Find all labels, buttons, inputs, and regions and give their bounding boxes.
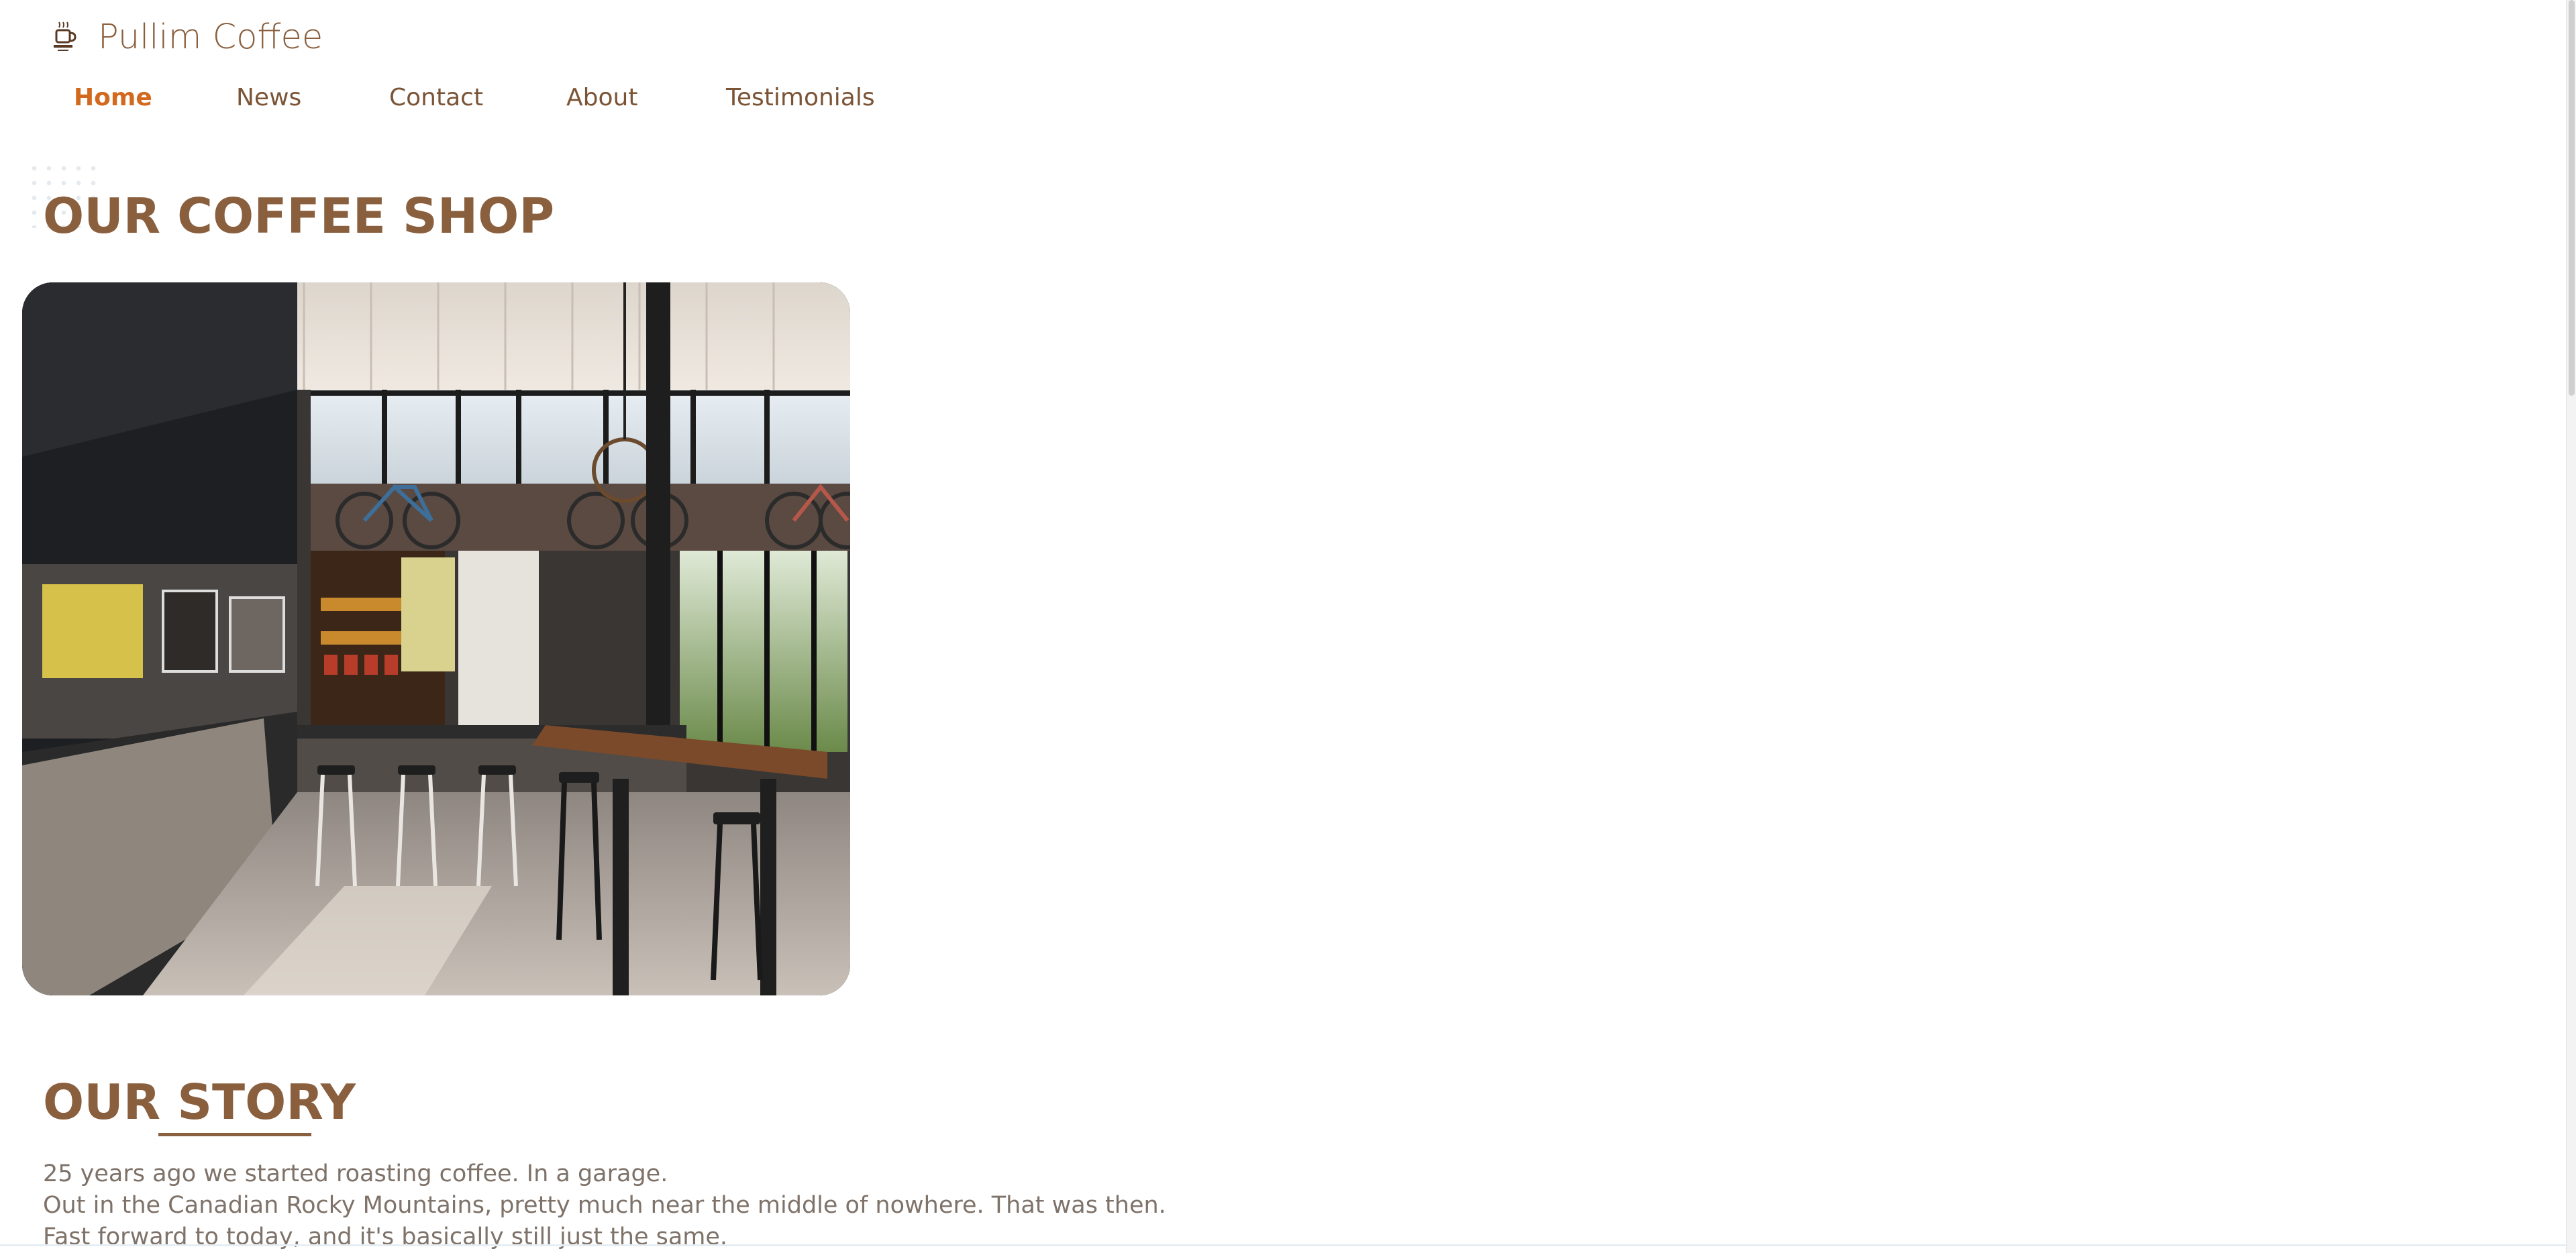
cafe-interior-photo bbox=[22, 282, 850, 995]
brand[interactable]: Pullim Coffee bbox=[47, 12, 323, 62]
page: Pullim Coffee Home News Contact About Te… bbox=[0, 0, 2576, 1253]
story-heading-part2: STORY bbox=[177, 1074, 356, 1130]
coffee-cup-logo-icon bbox=[54, 21, 76, 51]
nav-item-testimonials[interactable]: Testimonials bbox=[726, 86, 875, 110]
nav-item-contact[interactable]: Contact bbox=[389, 86, 566, 110]
story-heading: OUR STORY bbox=[43, 1078, 356, 1126]
story-paragraph: 25 years ago we started roasting coffee.… bbox=[43, 1160, 668, 1187]
page-bottom-divider bbox=[0, 1244, 2576, 1246]
nav-item-about[interactable]: About bbox=[566, 86, 726, 110]
cafe-interior-illustration bbox=[22, 282, 850, 995]
story-text: 25 years ago we started roasting coffee.… bbox=[43, 1158, 1166, 1253]
main-nav: Home News Contact About Testimonials bbox=[74, 80, 875, 115]
story-heading-part1: OUR bbox=[43, 1074, 178, 1130]
coffee-shop-heading: OUR COFFEE SHOP bbox=[43, 188, 555, 244]
nav-item-home[interactable]: Home bbox=[74, 86, 236, 110]
brand-name[interactable]: Pullim Coffee bbox=[98, 20, 323, 54]
vertical-scrollbar[interactable] bbox=[2566, 0, 2576, 1253]
story-paragraph: Fast forward to today, and it's basicall… bbox=[43, 1223, 728, 1250]
story-paragraph: Out in the Canadian Rocky Mountains, pre… bbox=[43, 1192, 1166, 1219]
story-heading-underline bbox=[158, 1133, 311, 1136]
nav-item-news[interactable]: News bbox=[236, 86, 389, 110]
scrollbar-thumb[interactable] bbox=[2569, 0, 2575, 396]
